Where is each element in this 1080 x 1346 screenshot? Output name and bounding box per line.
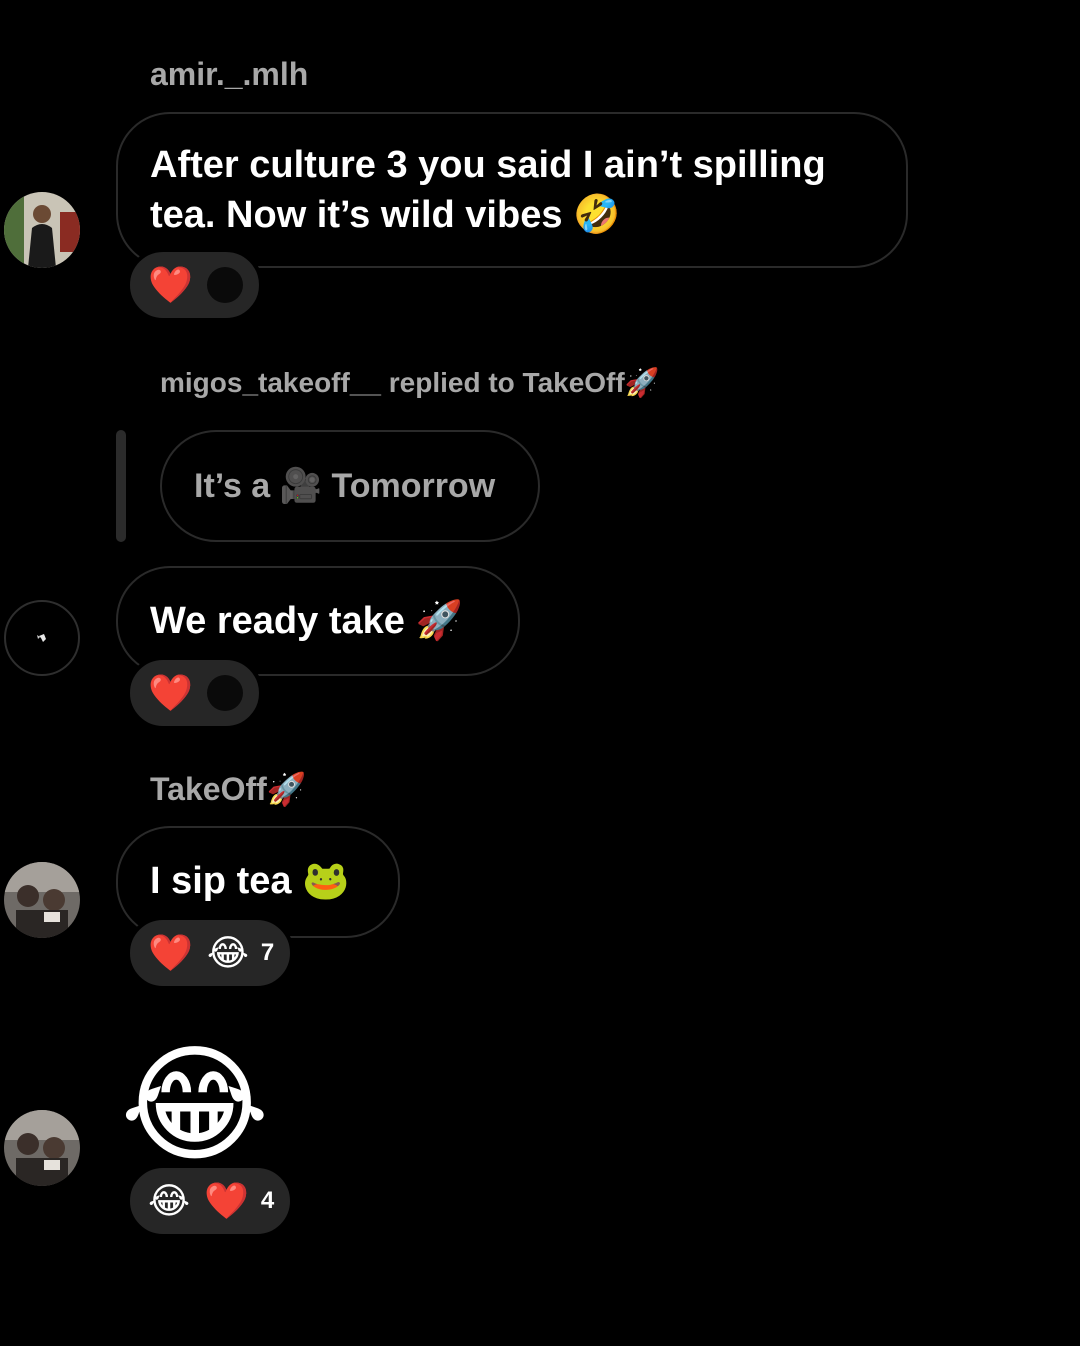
message-text: We ready take 🚀: [150, 600, 463, 642]
reactions-pill[interactable]: ❤️ 😂 7: [126, 916, 295, 990]
message-text: I sip tea 🐸: [150, 860, 350, 902]
reaction-count: 4: [260, 1187, 275, 1214]
sender-avatar[interactable]: [4, 862, 80, 938]
heart-reaction-icon: ❤️: [148, 932, 193, 973]
sender-avatar[interactable]: [4, 1110, 80, 1186]
message-text-line: tea. Now it’s wild vibes 🤣: [150, 194, 621, 236]
sender-avatar[interactable]: [4, 192, 80, 268]
reactions-pill[interactable]: ❤️: [126, 656, 263, 730]
large-emoji-message[interactable]: 😂: [120, 1042, 270, 1170]
message-bubble[interactable]: After culture 3 you said I ain’t spillin…: [116, 112, 908, 268]
reply-bar: [116, 430, 126, 542]
avatar-photo-icon: [4, 192, 80, 268]
sender-name[interactable]: TakeOff🚀: [150, 770, 307, 808]
heart-reaction-icon: ❤️: [148, 264, 193, 305]
bird-avatar-icon: [37, 634, 46, 642]
avatar-photo-icon: [4, 862, 80, 938]
sender-name[interactable]: amir._.mlh: [150, 56, 308, 93]
reply-header: migos_takeoff__ replied to TakeOff🚀: [160, 367, 660, 398]
reaction-indicator-dot: [206, 267, 243, 303]
heart-reaction-icon: ❤️: [148, 672, 193, 713]
avatar-photo-icon: [4, 1110, 80, 1186]
reaction-count: 7: [260, 939, 275, 966]
reactions-pill[interactable]: ❤️: [126, 248, 263, 322]
quoted-message[interactable]: It’s a 🎥 Tomorrow: [160, 430, 540, 542]
laughing-reaction-icon: 😂: [148, 1180, 191, 1221]
heart-reaction-icon: ❤️: [204, 1180, 249, 1221]
reaction-indicator-dot: [206, 675, 243, 711]
laughing-reaction-icon: 😂: [206, 932, 249, 973]
message-text-line: After culture 3 you said I ain’t spillin…: [150, 144, 826, 186]
sender-avatar[interactable]: [4, 600, 80, 676]
reactions-pill[interactable]: 😂 ❤️ 4: [126, 1164, 295, 1238]
